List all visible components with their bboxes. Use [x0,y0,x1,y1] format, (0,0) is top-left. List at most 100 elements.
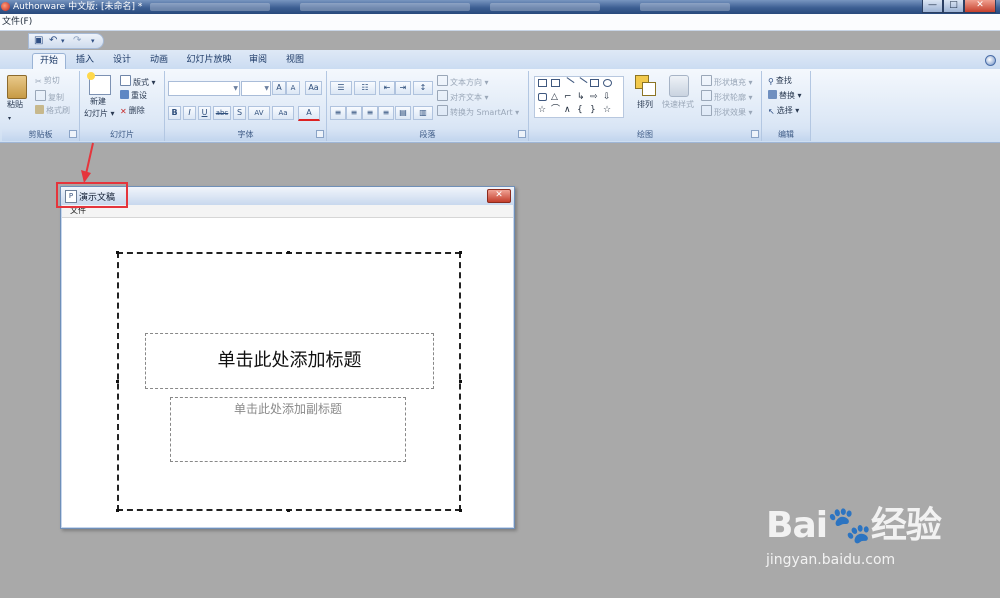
rounded-rect-shape-icon[interactable] [538,93,547,101]
align-right-button[interactable]: ≡ [362,106,378,120]
tab-review[interactable]: 审阅 [243,53,273,68]
paste-dropdown-icon[interactable]: ▾ [8,113,11,125]
resize-handle[interactable] [459,380,462,383]
triangle-shape-icon[interactable]: △ [551,93,560,102]
maximize-button[interactable]: □ [943,0,964,13]
resize-handle[interactable] [459,509,462,512]
elbow-connector-icon[interactable]: ⌐ [564,93,573,102]
line-shape-icon[interactable] [562,77,575,89]
distributed-button[interactable]: ▤ [395,106,411,120]
select-button[interactable]: ↖ 选择 ▾ [768,105,799,117]
subtitle-placeholder[interactable]: 单击此处添加副标题 [170,397,406,462]
numbering-button[interactable]: ☷ [354,81,376,95]
shadow-button[interactable]: S [233,106,246,120]
delete-slide-button[interactable]: ✕ 删除 [120,105,145,117]
right-arrow-shape-icon[interactable]: ⇨ [590,93,599,102]
resize-handle[interactable] [287,251,290,254]
paragraph-launcher-icon[interactable] [518,130,526,138]
tab-design[interactable]: 设计 [107,53,137,68]
copy-icon [35,90,46,101]
resize-handle[interactable] [116,251,119,254]
text-direction-button[interactable]: 文本方向 ▾ [437,75,489,89]
save-icon[interactable]: ▣ [34,35,43,47]
shapes-gallery[interactable]: △ ⌐ ↳ ⇨ ⇩ ☆ ⌒ ∧ { } ☆ [534,76,624,118]
textbox-shape-icon[interactable] [538,79,547,87]
resize-handle[interactable] [459,251,462,254]
bullets-button[interactable]: ☰ [330,81,352,95]
tab-home[interactable]: 开始 [32,53,66,69]
replace-button[interactable]: 替换 ▾ [768,90,802,102]
line-spacing-button[interactable]: ↕ [413,81,433,95]
vertical-textbox-shape-icon[interactable] [551,79,560,87]
underline-button[interactable]: U [198,106,211,120]
font-size-combo[interactable]: ▼ [241,81,271,96]
tab-view[interactable]: 视图 [280,53,310,68]
minimize-button[interactable]: — [922,0,943,13]
resize-handle[interactable] [116,380,119,383]
undo-dropdown-icon[interactable]: ▾ [61,35,65,47]
grow-font-button[interactable]: A [272,81,286,95]
group-drawing: △ ⌐ ↳ ⇨ ⇩ ☆ ⌒ ∧ { } ☆ 排列 快速样式 形状填充 ▾ 形状轮… [529,71,762,141]
font-launcher-icon[interactable] [316,130,324,138]
tab-slideshow[interactable]: 幻灯片放映 [183,53,235,68]
customize-qat-icon[interactable]: ▾ [91,35,95,47]
close-button[interactable]: ✕ [964,0,996,13]
paste-button[interactable]: 粘贴 [7,99,23,111]
decrease-indent-button[interactable]: ⇤ [379,81,395,95]
cut-button[interactable]: ✂ 剪切 [35,75,60,87]
justify-button[interactable]: ≡ [378,106,394,120]
slide[interactable]: 单击此处添加标题 单击此处添加副标题 [116,251,462,512]
arrange-button[interactable]: 排列 [637,99,653,111]
copy-button[interactable]: 复制 [35,90,64,104]
layout-button[interactable]: 版式 ▾ [120,75,156,89]
format-painter-button[interactable]: 格式刷 [35,105,70,117]
brace-right-shape-icon[interactable]: } [590,106,599,115]
elbow-arrow-icon[interactable]: ↳ [577,93,586,102]
shape-effects-button[interactable]: 形状效果 ▾ [701,105,753,119]
font-name-combo[interactable]: ▼ [168,81,240,96]
find-button[interactable]: ⚲ 查找 [768,75,792,87]
change-case-button[interactable]: Aa [272,106,294,120]
arrow-shape-icon[interactable] [575,77,588,89]
shape-fill-button[interactable]: 形状填充 ▾ [701,75,753,89]
drawing-launcher-icon[interactable] [751,130,759,138]
tab-insert[interactable]: 插入 [70,53,100,68]
italic-button[interactable]: I [183,106,196,120]
undo-icon[interactable]: ↶ [49,35,57,47]
reset-button[interactable]: 重设 [120,90,147,102]
document-title-bar[interactable]: P 演示文稿 ✕ [61,187,514,205]
menu-file[interactable]: 文件(F) [2,14,32,30]
oval-shape-icon[interactable] [603,79,612,87]
convert-smartart-button[interactable]: 转换为 SmartArt ▾ [437,105,519,119]
help-icon[interactable] [985,55,996,66]
star-small-shape-icon[interactable]: ☆ [603,106,612,115]
align-left-button[interactable]: ≡ [330,106,346,120]
align-center-button[interactable]: ≡ [346,106,362,120]
clear-format-button[interactable]: Aa [305,81,322,95]
curve-shape-icon[interactable]: ⌒ [551,106,560,115]
redo-icon[interactable]: ↷ [73,35,81,47]
font-color-button[interactable]: A [298,106,320,121]
brace-left-shape-icon[interactable]: { [577,106,586,115]
increase-indent-button[interactable]: ⇥ [395,81,411,95]
clipboard-launcher-icon[interactable] [69,130,77,138]
resize-handle[interactable] [287,509,290,512]
bold-button[interactable]: B [168,106,181,120]
star-shape-icon[interactable]: ☆ [538,106,547,115]
down-arrow-shape-icon[interactable]: ⇩ [603,93,612,102]
tab-animation[interactable]: 动画 [144,53,174,68]
shrink-font-button[interactable]: A [286,81,300,95]
strikethrough-button[interactable]: abc [213,106,231,120]
freeform-shape-icon[interactable]: ∧ [564,106,573,115]
new-slide-dropdown[interactable]: 幻灯片 ▾ [84,108,115,120]
rectangle-shape-icon[interactable] [590,79,599,87]
new-slide-button[interactable]: 新建 [90,96,106,108]
align-text-button[interactable]: 对齐文本 ▾ [437,90,489,104]
document-close-button[interactable]: ✕ [487,189,511,203]
columns-button[interactable]: ▥ [413,106,433,120]
shape-outline-button[interactable]: 形状轮廓 ▾ [701,90,753,104]
title-placeholder[interactable]: 单击此处添加标题 [145,333,434,389]
char-spacing-button[interactable]: AV [248,106,270,120]
resize-handle[interactable] [116,509,119,512]
quick-styles-button[interactable]: 快速样式 [662,99,694,111]
